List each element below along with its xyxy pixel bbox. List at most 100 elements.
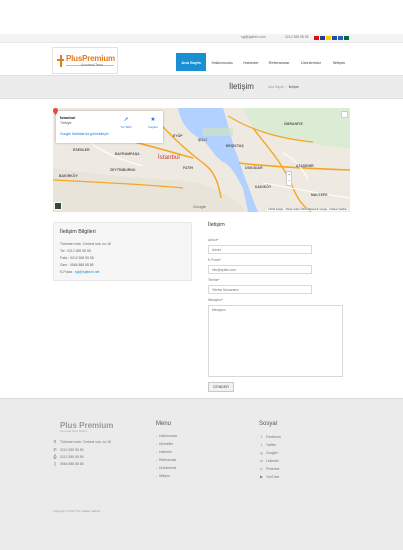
site-footer: Plus Premium Kurumsal Tema Sistemi ⚲ Türk… (0, 398, 403, 550)
star-icon: ★ (150, 117, 156, 123)
map-marker-icon[interactable] (53, 108, 58, 115)
contact-phone: Tel : 0212 555 55 55 (60, 249, 91, 253)
directions-label: Yol Tarifi (120, 125, 132, 129)
map-pin-icon: ⚲ (53, 439, 57, 444)
tr-flag[interactable] (314, 35, 319, 40)
chevron-right-icon: › (156, 474, 157, 478)
map-label-esenler: ESENLER (73, 148, 90, 152)
map-label-bayrampasa: BAYRAMPAŞA (115, 152, 140, 156)
map-place-name: İstanbul (60, 115, 76, 120)
footer-menu-link[interactable]: › Hakkımızda (156, 434, 177, 438)
google-plus-icon: g (260, 450, 263, 455)
de-flag[interactable] (326, 35, 331, 40)
form-title: İletişim (208, 222, 225, 228)
contact-info-box: İletişim Bilgileri Türkmen mah. Cerkezi … (53, 222, 192, 281)
map-label-zeytinburnu: ZEYTİNBURNU (110, 168, 136, 172)
google-logo: Google (193, 204, 206, 209)
social-link-google[interactable]: g Google+ (259, 450, 279, 455)
map-label-eyup: EYÜP (173, 134, 183, 138)
nav-item-contact[interactable]: İletişim (328, 53, 350, 71)
directions-icon: ➚ (123, 117, 129, 123)
satellite-thumbnail[interactable] (54, 202, 62, 210)
larger-map-link[interactable]: Google Haritalar'da görüntüleyin (60, 132, 109, 136)
nav-item-home[interactable]: Ana Sayfa (176, 53, 206, 71)
map-label-uskudar: ÜSKÜDAR (245, 166, 263, 170)
sa-flag[interactable] (344, 35, 349, 40)
zoom-out-button[interactable]: − (287, 178, 291, 184)
map-place-country: Türkiye (60, 121, 72, 125)
social-link-linkedin[interactable]: in LinkedIn (259, 458, 279, 463)
footer-social-title: Sosyal (259, 421, 278, 427)
name-label: Adınız* (208, 238, 219, 242)
gb-flag[interactable] (320, 35, 325, 40)
contact-email-label: E-Posta : (60, 270, 74, 274)
submit-button[interactable]: GÖNDER (208, 382, 234, 392)
page-title-bar: İletişim Ana Sayfa / İletişim (0, 75, 403, 99)
footer-address: ⚲ Türkmen mah. Cerkezi sok. no:16 (53, 439, 111, 444)
email-input[interactable] (208, 265, 312, 274)
social-link-facebook[interactable]: f Facebook (259, 434, 281, 439)
footer-menu-link[interactable]: › Haberler (156, 450, 172, 454)
language-flags (314, 35, 349, 40)
nav-item-about[interactable]: Hakkımızda (206, 53, 238, 71)
map-info-card: İstanbul Türkiye Google Haritalar'da gör… (56, 111, 163, 143)
footer-menu-link[interactable]: › Referanslar (156, 458, 177, 462)
contact-gsm: Gsm : 0566 888 88 88 (60, 263, 94, 267)
topbar-phone: 0212 555 55 55 (285, 35, 309, 39)
contact-fax: Faks : 0212 555 55 55 (60, 256, 94, 260)
save-button[interactable]: ★ Kaydet (148, 117, 158, 129)
plus-icon (57, 55, 64, 67)
directions-button[interactable]: ➚ Yol Tarifi (119, 117, 133, 129)
social-link-twitter[interactable]: t Twitter (259, 442, 276, 447)
map-label-umraniye: ÜMRANİYE (284, 122, 303, 126)
breadcrumb-home[interactable]: Ana Sayfa (268, 85, 284, 89)
map-label-besiktas: BEŞİKTAŞ (226, 144, 244, 148)
nav-item-products[interactable]: Ürünlerimiz (294, 53, 328, 71)
breadcrumb-current: İletişim (288, 85, 300, 89)
social-link-youtube[interactable]: ▶ YouTube (259, 474, 279, 479)
site-logo[interactable]: PlusPremium Kurumsal Tema (52, 47, 118, 74)
nav-item-news[interactable]: Haberler (238, 53, 264, 71)
nav-item-references[interactable]: Referanslar (264, 53, 294, 71)
topbar-email[interactable]: sgt@gsthre.com (241, 35, 266, 39)
contact-email-link[interactable]: sgt@sgttech.net (75, 270, 100, 274)
chevron-right-icon: › (156, 458, 157, 462)
footer-menu-link[interactable]: › Hizmetler (156, 442, 173, 446)
chevron-right-icon: › (156, 450, 157, 454)
page-title: İletişim (229, 82, 254, 91)
save-label: Kaydet (148, 125, 158, 129)
phone-icon: ✆ (53, 447, 57, 452)
mobile-icon: ▯ (53, 461, 57, 466)
email-label: E-Posta* (208, 258, 221, 262)
fullscreen-icon[interactable] (341, 111, 348, 118)
chevron-right-icon: › (156, 434, 157, 438)
map-label-atasehir: ATAŞEHİR (296, 164, 314, 168)
map-label-sisli: ŞİŞLİ (198, 138, 207, 142)
footer-menu-link[interactable]: › Ürünlerimiz (156, 466, 176, 470)
social-link-pinterest[interactable]: p Pinterest (259, 466, 279, 471)
name-input[interactable] (208, 245, 312, 254)
fax-icon: ⎙ (53, 454, 57, 459)
phone-label: Telefon* (208, 278, 220, 282)
map-label-istanbul: İstanbul (158, 155, 180, 161)
footer-menu-link[interactable]: › İletişim (156, 474, 170, 478)
zoom-control: + − (286, 171, 292, 186)
logo-subtitle: Kurumsal Tema (81, 63, 104, 67)
breadcrumb-separator: / (285, 85, 287, 89)
footer-gsm: ▯ 0566 888 88 88 (53, 461, 84, 466)
message-label: Mesajınız* (208, 298, 223, 302)
youtube-icon: ▶ (259, 474, 264, 479)
message-textarea[interactable] (208, 305, 343, 377)
pinterest-icon: p (260, 466, 263, 471)
ru-flag[interactable] (338, 35, 343, 40)
footer-fax: ⎙ 0212 555 55 55 (53, 454, 84, 459)
fr-flag[interactable] (332, 35, 337, 40)
copyright: Copyright © 2014 Tüm hakları saklıdır. (53, 509, 101, 513)
google-map[interactable]: İstanbul Türkiye Google Haritalar'da gör… (53, 108, 350, 212)
linkedin-icon: in (259, 458, 264, 463)
twitter-icon: t (260, 442, 263, 447)
contact-info-title: İletişim Bilgileri (60, 229, 96, 235)
chevron-right-icon: › (156, 466, 157, 470)
footer-brand: Plus Premium (60, 421, 114, 430)
phone-input[interactable] (208, 285, 312, 294)
